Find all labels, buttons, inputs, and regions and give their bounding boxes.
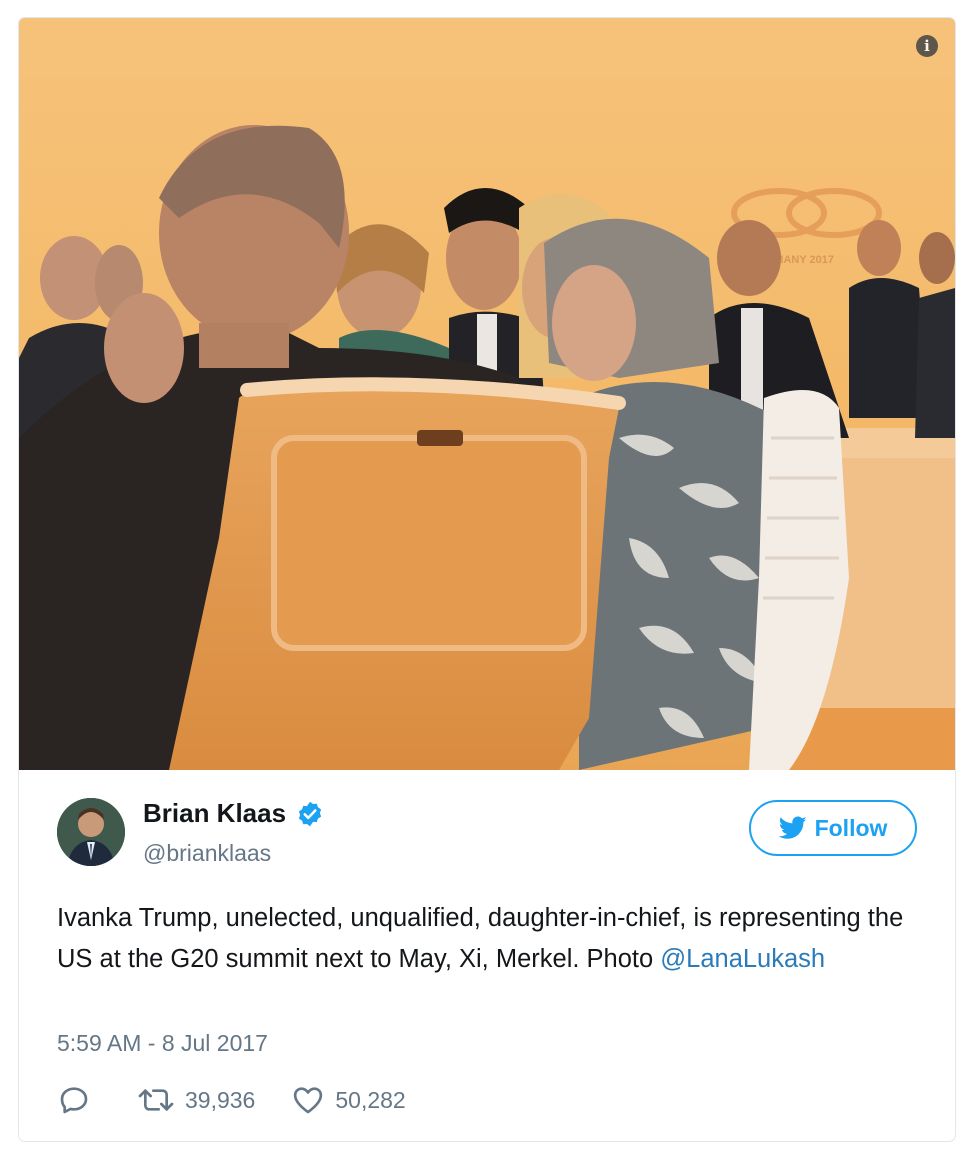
tweet-actions: 39,936 50,282 [57,1082,442,1118]
author-name-text[interactable]: Brian Klaas [143,798,286,829]
twitter-bird-icon [778,816,807,839]
heart-icon [294,1087,323,1114]
g20-summit-photo: ERMANY 2017 [19,18,955,770]
mention-link[interactable]: @LanaLukash [660,945,825,973]
like-count: 50,282 [335,1086,406,1113]
verified-badge-icon [298,801,322,826]
author-handle[interactable]: @brianklaas [143,840,271,867]
avatar-image [57,798,125,866]
info-icon[interactable]: i [916,35,938,57]
follow-button[interactable]: Follow [749,800,917,856]
follow-label: Follow [814,814,888,841]
like-button[interactable]: 50,282 [291,1084,406,1116]
author-name[interactable]: Brian Klaas [143,798,324,829]
tweet-text: Ivanka Trump, unelected, unqualified, da… [57,898,927,980]
retweet-icon [138,1089,174,1111]
retweet-count: 39,936 [185,1086,256,1113]
tweet-author-header: Brian Klaas @brianklaas Follow [57,798,917,868]
embedded-tweet-card: ERMANY 2017 i Brian Klaas @brianklaas Fo… [18,17,956,1142]
tweet-photo[interactable]: ERMANY 2017 i [19,18,955,770]
avatar[interactable] [57,798,125,866]
reply-button[interactable] [57,1084,101,1116]
retweet-button[interactable]: 39,936 [137,1084,255,1116]
tweet-timestamp[interactable]: 5:59 AM - 8 Jul 2017 [57,1030,268,1057]
reply-icon [60,1087,88,1114]
